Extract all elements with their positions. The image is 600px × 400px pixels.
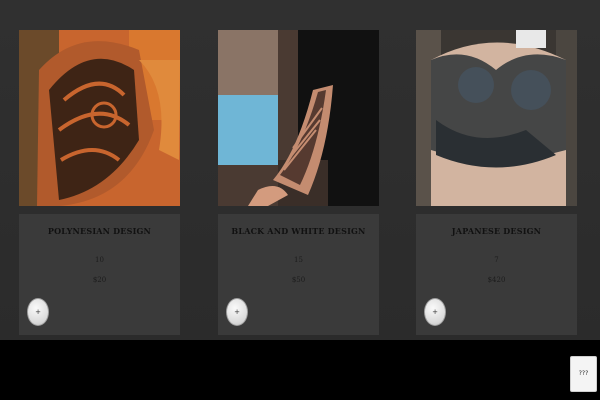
- polynesian-tattoo-photo: [19, 30, 180, 206]
- product-count: 10: [95, 256, 104, 264]
- product-info: Japanese Design 7 $420 +: [416, 214, 577, 335]
- add-to-cart-button[interactable]: +: [226, 298, 248, 326]
- product-title: Japanese Design: [451, 226, 542, 236]
- product-title: Black and White Design: [231, 226, 366, 236]
- product-count: 7: [494, 256, 499, 264]
- help-button[interactable]: ???: [570, 356, 597, 392]
- black-white-tattoo-photo: [218, 30, 379, 206]
- product-card-black-white: Black and White Design 15 $50 +: [218, 30, 379, 335]
- add-to-cart-button[interactable]: +: [27, 298, 49, 326]
- add-to-cart-button[interactable]: +: [424, 298, 446, 326]
- footer-bar: [0, 340, 600, 400]
- product-info: Polynesian Design 10 $20 +: [19, 214, 180, 335]
- product-price: $20: [92, 276, 107, 284]
- product-price: $420: [487, 276, 506, 284]
- product-title: Polynesian Design: [47, 226, 152, 236]
- product-card-polynesian: Polynesian Design 10 $20 +: [19, 30, 180, 335]
- japanese-tattoo-photo: [416, 30, 577, 206]
- product-info: Black and White Design 15 $50 +: [218, 214, 379, 335]
- product-price: $50: [291, 276, 306, 284]
- product-count: 15: [294, 256, 303, 264]
- product-gallery: Polynesian Design 10 $20 + Black and Whi…: [0, 0, 600, 340]
- product-card-japanese: Japanese Design 7 $420 +: [416, 30, 577, 335]
